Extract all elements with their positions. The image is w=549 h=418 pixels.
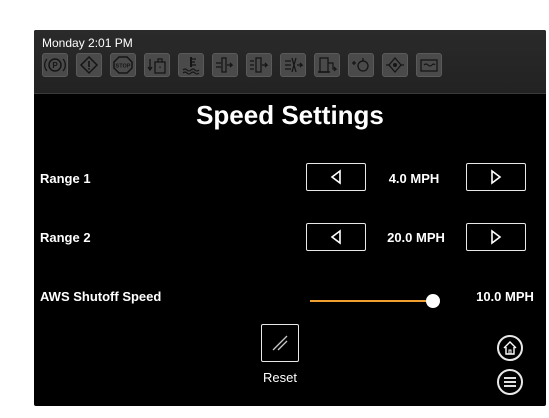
- fuel-level-icon: [314, 53, 340, 77]
- range2-value: 20.0 MPH: [387, 230, 445, 245]
- home-button[interactable]: [497, 335, 523, 361]
- hydraulic-oil-level-icon: [144, 53, 170, 77]
- menu-icon: [504, 377, 516, 387]
- range1-decrease-button[interactable]: [306, 163, 366, 191]
- range1-increase-button[interactable]: [466, 163, 526, 191]
- slider-thumb[interactable]: [426, 294, 440, 308]
- transmission-filter-icon: [246, 53, 272, 77]
- hydraulic-filter-icon: [212, 53, 238, 77]
- reset-button[interactable]: [261, 324, 299, 362]
- aws-shutoff-slider[interactable]: [310, 294, 440, 308]
- stop-icon: STOP: [110, 53, 136, 77]
- range1-value: 4.0 MPH: [388, 171, 440, 186]
- coolant-temp-icon: [178, 53, 204, 77]
- air-filter-icon: [280, 53, 306, 77]
- aws-shutoff-label: AWS Shutoff Speed: [40, 289, 162, 304]
- triangle-left-icon: [330, 169, 341, 185]
- oil-pressure-icon: [382, 53, 408, 77]
- datetime: Monday 2:01 PM: [42, 36, 133, 50]
- alternator-icon: [416, 53, 442, 77]
- range1-label: Range 1: [40, 171, 91, 186]
- home-icon: [503, 341, 517, 355]
- status-bar: Monday 2:01 PM P STOP: [34, 30, 546, 94]
- triangle-left-icon: [330, 229, 341, 245]
- reset-icon: [272, 335, 288, 351]
- display-screen: Monday 2:01 PM P STOP Speed Settings Ran…: [34, 30, 546, 406]
- warning-icon: [76, 53, 102, 77]
- aws-shutoff-value: 10.0 MPH: [476, 289, 534, 304]
- slider-track: [310, 300, 433, 302]
- page-title: Speed Settings: [196, 100, 384, 130]
- range2-decrease-button[interactable]: [306, 223, 366, 251]
- svg-text:P: P: [52, 61, 58, 70]
- triangle-right-icon: [491, 229, 502, 245]
- range2-label: Range 2: [40, 230, 91, 245]
- reset-label: Reset: [263, 370, 297, 385]
- park-brake-icon: P: [42, 53, 68, 77]
- engine-oil-icon: [348, 53, 374, 77]
- triangle-right-icon: [491, 169, 502, 185]
- menu-button[interactable]: [497, 369, 523, 395]
- svg-text:STOP: STOP: [116, 64, 131, 70]
- range2-increase-button[interactable]: [466, 223, 526, 251]
